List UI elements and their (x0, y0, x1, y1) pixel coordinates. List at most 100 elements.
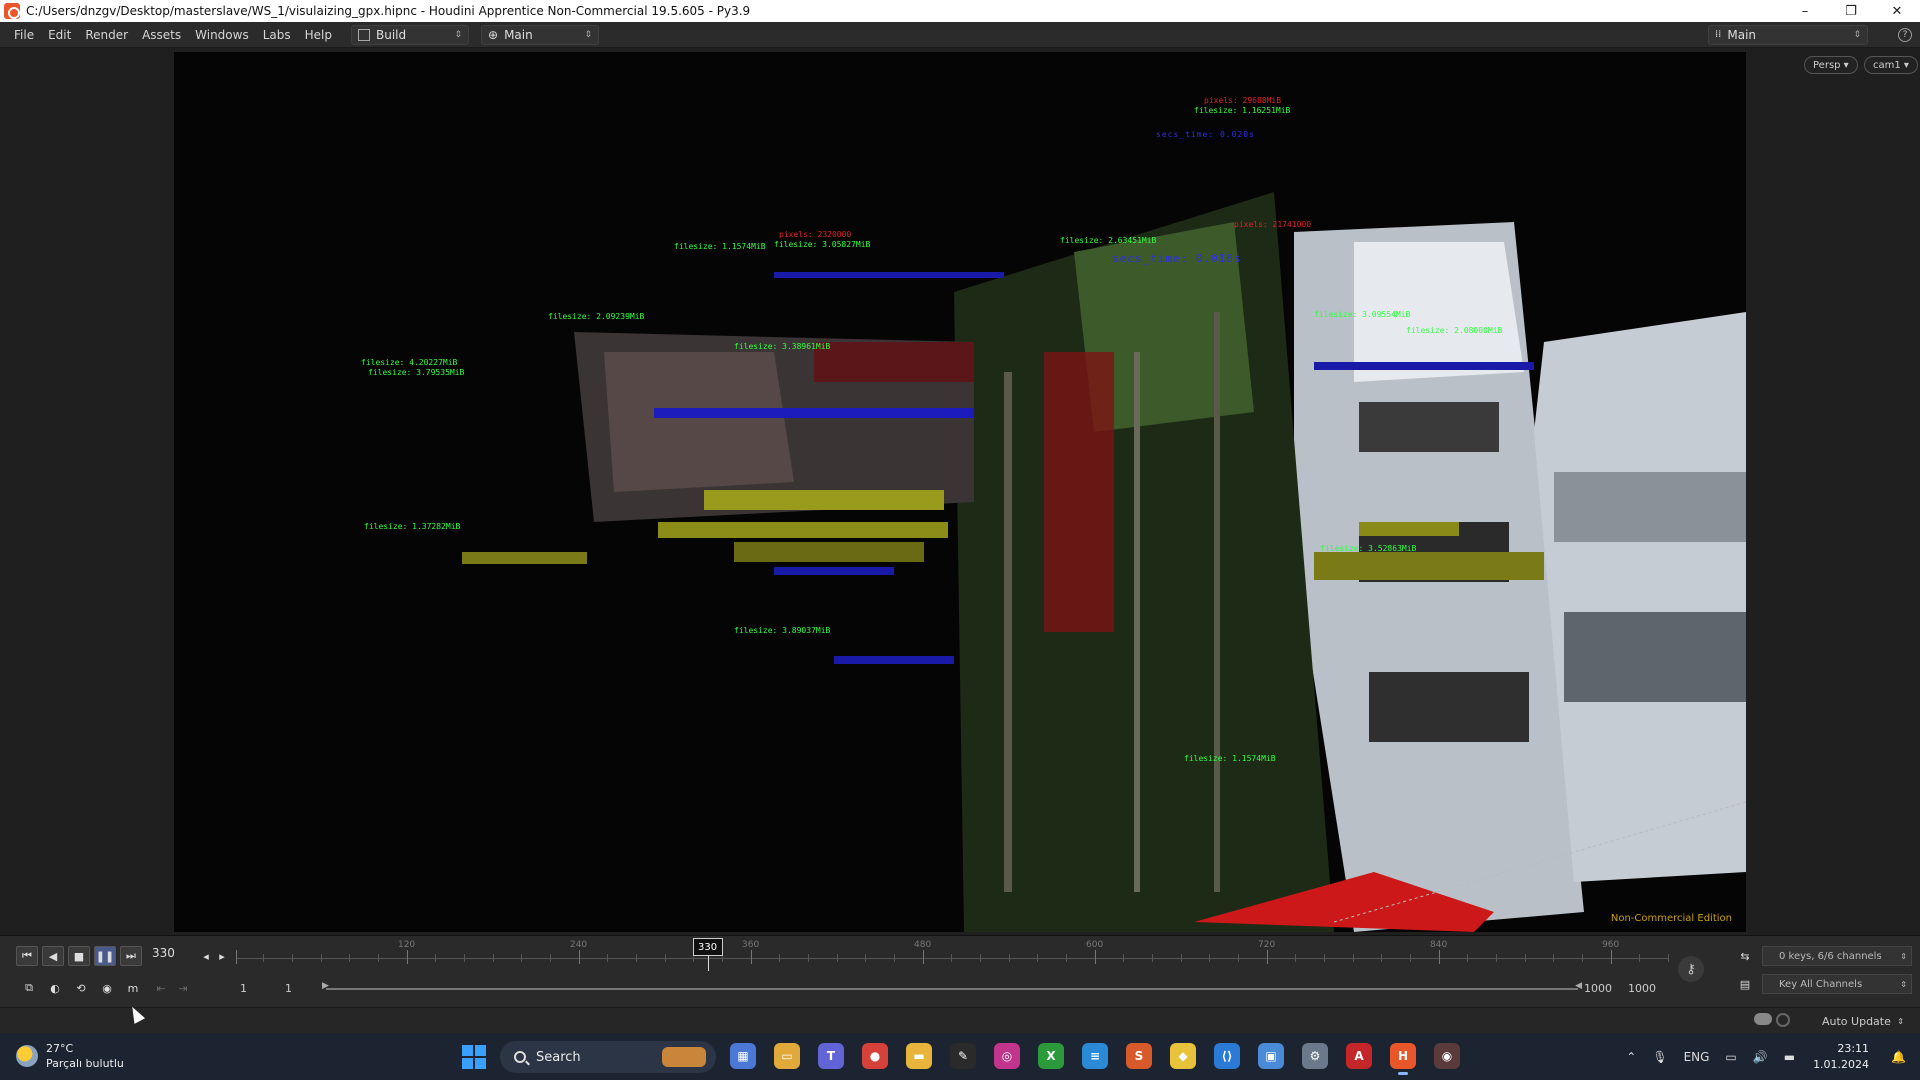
vscode-icon[interactable]: ⟨⟩ (1214, 1043, 1240, 1069)
step-forward-icon[interactable]: ▸ (214, 946, 230, 966)
key-next-icon[interactable]: ⇥ (172, 978, 194, 998)
timeline-tick (922, 950, 924, 964)
menu-labs[interactable]: Labs (256, 28, 298, 42)
desktop-icon: ⁞⁞ (1715, 29, 1722, 40)
menu-edit[interactable]: Edit (41, 28, 78, 42)
menu-render[interactable]: Render (78, 28, 135, 42)
persp-view-button[interactable]: Persp ▾ (1804, 56, 1858, 74)
fps-icon[interactable]: ⅿ (122, 978, 144, 998)
range-end2-field[interactable]: 1000 (1628, 982, 1656, 995)
language-indicator[interactable]: ENG (1684, 1050, 1710, 1064)
minimize-button[interactable]: – (1782, 0, 1828, 22)
timeline-tick (807, 954, 809, 962)
jump-start-button[interactable]: ⏮ (16, 946, 38, 966)
clock-date: 1.01.2024 (1813, 1057, 1870, 1071)
pixels-label: pixels: 2320000 (779, 230, 852, 239)
taskbar-search[interactable]: Search (500, 1041, 716, 1073)
jump-end-button[interactable]: ⏭ (120, 946, 142, 966)
weather-desc: Parçalı bulutlu (46, 1057, 124, 1070)
yellow-cluster (1359, 522, 1459, 536)
help-icon[interactable]: ? (1898, 27, 1912, 42)
timeline-tick (492, 954, 494, 962)
git-icon[interactable]: ◆ (1170, 1043, 1196, 1069)
substance-icon[interactable]: S (1126, 1043, 1152, 1069)
blue-bar (1314, 362, 1534, 370)
acrobat-icon[interactable]: A (1346, 1043, 1372, 1069)
microphone-icon[interactable]: 🎙 (1652, 1050, 1667, 1064)
range-end-field[interactable]: 1000 (1584, 982, 1612, 995)
timeline-tick (1553, 954, 1555, 962)
frame-range-slider[interactable] (322, 981, 1582, 991)
timeline-tick (1266, 950, 1268, 964)
step-back-icon[interactable]: ◂ (198, 946, 214, 966)
current-frame-field[interactable]: 330 (152, 946, 198, 960)
timeline-cursor[interactable]: 330 (692, 938, 723, 971)
settings-icon[interactable]: ⚙ (1302, 1043, 1328, 1069)
pause-button[interactable]: ❚❚ (94, 946, 116, 966)
volume-icon[interactable]: 🔊 (1753, 1050, 1768, 1064)
xbox-icon[interactable]: X (1038, 1043, 1064, 1069)
timeline-tick (291, 954, 293, 962)
range-start-field[interactable]: 1 (240, 982, 247, 995)
notification-bell-icon[interactable]: 🔔 (1891, 1050, 1906, 1064)
timeline-tick (1123, 954, 1125, 962)
menu-windows[interactable]: Windows (188, 28, 256, 42)
global-animation-icon[interactable]: ◉ (96, 978, 118, 998)
timeline[interactable]: 120 240 360 480 600 720 840 960 330 (236, 938, 1669, 971)
timeline-tick (951, 954, 953, 962)
widgets-app-icon[interactable]: ▦ (730, 1043, 756, 1069)
sidefx-launcher-icon[interactable]: ◉ (1434, 1043, 1460, 1069)
notepad-icon[interactable]: ≡ (1082, 1043, 1108, 1069)
folder-icon[interactable]: ▬ (906, 1043, 932, 1069)
tree-trunk (1214, 312, 1220, 892)
timeline-tick (1180, 954, 1182, 962)
right-desktop-selector[interactable]: ⁞⁞ Main ⇕ (1708, 24, 1868, 45)
weather-widget[interactable]: 27°C Parçalı bulutlu (16, 1041, 124, 1071)
menu-file[interactable]: File (0, 28, 41, 42)
timeline-tick (549, 954, 551, 962)
timeline-tick (349, 954, 351, 962)
start-button[interactable] (462, 1045, 486, 1069)
secs-time-label: secs_time: 0.016s (1112, 252, 1242, 265)
file-explorer-icon[interactable]: ▭ (774, 1043, 800, 1069)
key-prev-icon[interactable]: ⇤ (150, 978, 172, 998)
key-channels-icon[interactable]: ▤ (1734, 974, 1756, 994)
teams-icon[interactable]: T (818, 1043, 844, 1069)
instagram-icon[interactable]: ◎ (994, 1043, 1020, 1069)
desktop-main-selector[interactable]: ⊕ Main ⇕ (481, 24, 599, 45)
desktop-build-selector[interactable]: Build ⇕ (351, 24, 469, 45)
network-icon[interactable]: ▭ (1725, 1050, 1736, 1064)
inkscape-icon[interactable]: ✎ (950, 1043, 976, 1069)
maximize-button[interactable]: ❐ (1828, 0, 1874, 22)
camera-button[interactable]: cam1 ▾ (1864, 56, 1918, 74)
menu-assets[interactable]: Assets (135, 28, 188, 42)
key-all-channels-selector[interactable]: Key All Channels ⇕ (1762, 974, 1912, 994)
scene-viewport[interactable]: pixels: 29688MiB filesize: 1.16251MiB se… (174, 52, 1746, 932)
auto-update-selector[interactable]: Auto Update ⇕ (1788, 1012, 1908, 1030)
channel-list-icon[interactable]: ⇆ (1734, 946, 1756, 966)
filesize-label: filesize: 4.20227MiB (361, 358, 458, 367)
timeline-tick (263, 954, 265, 962)
houdini-icon[interactable]: H (1390, 1043, 1416, 1075)
menu-help[interactable]: Help (298, 28, 339, 42)
remote-desktop-icon[interactable]: ▣ (1258, 1043, 1284, 1069)
stop-button[interactable]: ■ (68, 946, 90, 966)
close-button[interactable]: ✕ (1874, 0, 1920, 22)
key-icon[interactable]: ⚷ (1678, 956, 1704, 982)
keys-channels-info[interactable]: 0 keys, 6/6 channels ⇕ (1762, 946, 1912, 966)
audio-icon[interactable]: ◐ (44, 978, 66, 998)
loop-icon[interactable]: ⟲ (70, 978, 92, 998)
timeline-tick (1581, 954, 1583, 962)
timeline-tick (1237, 954, 1239, 962)
range-start2-field[interactable]: 1 (285, 982, 292, 995)
play-reverse-button[interactable]: ◀ (42, 946, 64, 966)
chevron-up-icon[interactable]: ⌃ (1626, 1050, 1636, 1064)
realtime-toggle-icon[interactable]: ⧉ (18, 978, 40, 998)
clock[interactable]: 23:11 1.01.2024 (1813, 1041, 1869, 1073)
yellow-cluster (462, 552, 587, 564)
timeline-tick (521, 954, 523, 962)
filesize-label: filesize: 3.05827MiB (774, 240, 871, 249)
cloud-icon[interactable] (1754, 1013, 1772, 1025)
battery-icon[interactable]: ▬ (1784, 1050, 1795, 1064)
chrome-icon[interactable]: ● (862, 1043, 888, 1069)
